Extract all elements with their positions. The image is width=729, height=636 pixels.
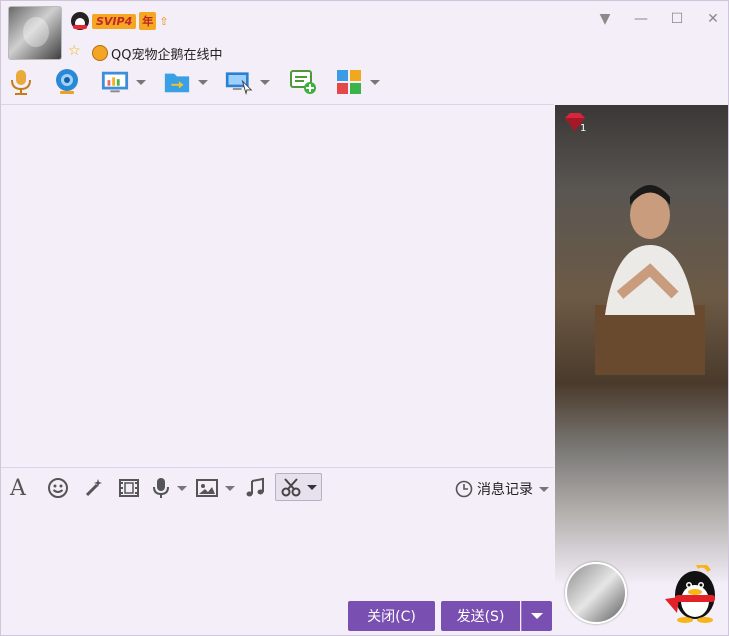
message-history-area[interactable] — [1, 105, 554, 467]
new-chat-button[interactable] — [289, 67, 317, 97]
chevron-down-icon[interactable] — [539, 486, 549, 492]
message-history-button[interactable]: 消息记录 — [455, 479, 549, 499]
chevron-down-icon[interactable] — [260, 79, 270, 85]
apps-grid-icon — [335, 68, 363, 96]
music-icon — [246, 477, 264, 497]
magic-wand-icon — [85, 479, 102, 497]
svg-text:1: 1 — [580, 123, 586, 133]
chevron-down-icon[interactable] — [198, 79, 208, 85]
star-icon[interactable]: ☆ — [68, 43, 81, 59]
screen-share-button[interactable] — [101, 67, 146, 97]
font-button[interactable]: A — [10, 475, 26, 501]
maximize-icon[interactable]: ☐ — [670, 11, 684, 27]
gem-level-icon[interactable]: 1 — [563, 111, 587, 137]
year-badge[interactable]: 年 — [139, 12, 157, 30]
emoji-icon — [48, 478, 68, 498]
screenshot-button[interactable] — [275, 473, 322, 501]
send-options-button[interactable] — [521, 601, 552, 631]
voice-message-button[interactable] — [151, 477, 187, 499]
status-text[interactable]: QQ宠物企鹅在线中 — [111, 44, 222, 63]
qq-penguin-icon — [71, 12, 89, 30]
music-button[interactable] — [244, 477, 266, 499]
voice-call-button[interactable] — [7, 67, 35, 97]
contact-show-photo — [555, 105, 728, 585]
microphone-icon — [7, 68, 35, 96]
scissors-icon — [281, 478, 301, 497]
remote-desktop-icon — [225, 68, 253, 96]
chevron-down-icon[interactable] — [370, 79, 380, 85]
input-divider — [1, 467, 554, 468]
voice-icon — [153, 478, 169, 498]
emoji-button[interactable] — [47, 477, 69, 499]
film-icon — [119, 479, 139, 497]
svip-badge[interactable]: SVIP4 — [92, 13, 137, 29]
video-call-button[interactable] — [53, 67, 81, 97]
chevron-down-icon[interactable] — [307, 484, 317, 490]
top-toolbar — [1, 63, 728, 103]
screen-share-icon — [101, 68, 129, 96]
upgrade-arrow-icon: ⇧ — [159, 14, 169, 28]
apps-button[interactable] — [335, 67, 380, 97]
file-transfer-icon — [163, 68, 191, 96]
my-avatar[interactable] — [565, 562, 627, 624]
close-icon[interactable]: ✕ — [706, 11, 720, 27]
video-camera-icon — [53, 68, 81, 96]
person-figure — [595, 185, 705, 375]
chevron-down-icon — [531, 613, 543, 619]
message-input[interactable] — [1, 507, 554, 595]
dropdown-icon[interactable]: ▼ — [598, 11, 612, 27]
new-chat-icon — [289, 68, 317, 96]
qq-penguin-logo — [661, 563, 721, 627]
history-label: 消息记录 — [477, 482, 533, 498]
font-icon: A — [10, 475, 26, 501]
chevron-down-icon[interactable] — [177, 485, 187, 491]
contact-show-panel: 1 — [555, 105, 728, 635]
contact-avatar[interactable] — [8, 6, 62, 60]
magic-button[interactable] — [83, 477, 105, 499]
image-icon — [196, 479, 218, 497]
remote-desktop-button[interactable] — [225, 67, 270, 97]
file-transfer-button[interactable] — [163, 67, 208, 97]
chevron-down-icon[interactable] — [225, 485, 235, 491]
window-controls: ▼ — ☐ ✕ — [598, 11, 720, 27]
close-button[interactable]: 关闭(C) — [348, 601, 435, 631]
pet-penguin-icon — [92, 45, 108, 61]
chevron-down-icon[interactable] — [136, 79, 146, 85]
send-button[interactable]: 发送(S) — [441, 601, 520, 631]
vip-badges: SVIP4 年 ⇧ — [71, 12, 168, 30]
chat-window: SVIP4 年 ⇧ ☆ QQ宠物企鹅在线中 ▼ — ☐ ✕ A 消息记录 关闭(… — [0, 0, 729, 636]
image-button[interactable] — [195, 477, 235, 499]
minimize-icon[interactable]: — — [634, 11, 648, 27]
video-clip-button[interactable] — [117, 477, 141, 499]
clock-icon — [455, 480, 473, 498]
